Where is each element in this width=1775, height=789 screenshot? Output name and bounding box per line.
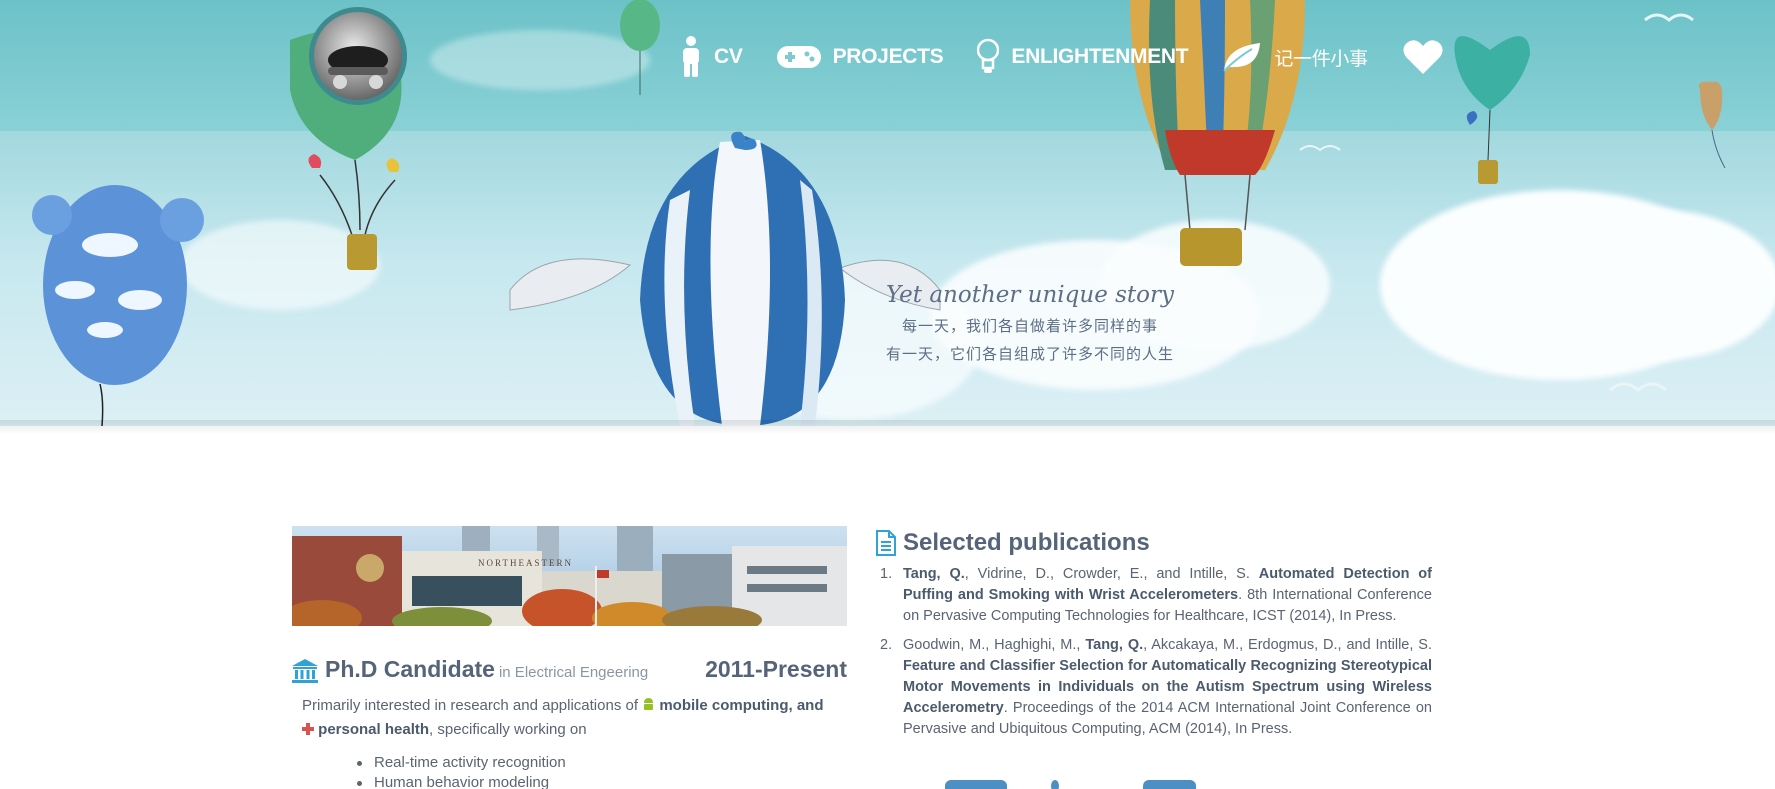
hero-shadow (0, 420, 1775, 434)
research-list: Real-time activity recognition Human beh… (357, 753, 566, 789)
tagline-english: Yet another unique story (885, 282, 1175, 308)
publications-header: Selected publications (875, 528, 1150, 558)
nav-diary[interactable]: 记一件小事 (1222, 41, 1368, 73)
skateboard-photo (328, 46, 388, 89)
heart-balloon (1454, 36, 1530, 184)
partial-tab[interactable] (1143, 780, 1196, 789)
document-icon (876, 530, 896, 556)
publication-list: 1. Tang, Q., Vidrine, D., Crowder, E., a… (880, 564, 1432, 748)
person-icon (683, 36, 699, 77)
small-green-balloon (620, 0, 660, 95)
tagline-chinese-line-1: 每一天，我们各自做着许多同样的事 (901, 317, 1158, 335)
publication-authors-pre: Goodwin, M., Haghighi, M., (903, 637, 1086, 653)
position-title: Ph.D Candidate in Electrical Engeering (325, 656, 648, 683)
campus-illustration: NORTHEASTERN (292, 526, 847, 626)
nav-enlightenment-label: ENLIGHTENMENT (1011, 45, 1189, 68)
hero-banner: CV PROJECTS ENLIGHTENMENT 记一件小事 Yet anot… (0, 0, 1775, 426)
hero-tagline: Yet another unique story 每一天，我们各自做着许多同样的… (860, 282, 1200, 368)
main-nav: CV PROJECTS ENLIGHTENMENT 记一件小事 (680, 30, 1456, 84)
list-item: Human behavior modeling (357, 773, 566, 789)
gamepad-icon (776, 46, 821, 68)
avatar[interactable] (309, 7, 407, 105)
publication-number: 2. (880, 637, 893, 653)
publication-authors: , Akcakaya, M., Erdogmus, D., and Intill… (1143, 637, 1432, 653)
intro-start: Primarily interested in research and app… (302, 697, 638, 714)
tagline-chinese-line-2: 有一天，它们各自组成了许多不同的人生 (885, 345, 1174, 363)
list-item: Real-time activity recognition (357, 754, 566, 771)
campus-photo: NORTHEASTERN (292, 526, 847, 626)
heart-icon (1403, 40, 1443, 74)
publication-author-self: Tang, Q. (903, 566, 965, 582)
institution-icon (292, 659, 318, 683)
nav-enlightenment[interactable]: ENLIGHTENMENT (977, 38, 1189, 76)
nav-diary-label: 记一件小事 (1274, 47, 1368, 70)
position-subtitle: in Electrical Engeering (498, 664, 649, 681)
position-header: Ph.D Candidate in Electrical Engeering 20… (292, 654, 847, 688)
nav-projects[interactable]: PROJECTS (776, 44, 944, 70)
publications-heading: Selected publications (903, 529, 1150, 556)
publication-number: 1. (880, 566, 893, 582)
lightbulb-icon (977, 38, 1000, 73)
striped-balloon (509, 131, 941, 426)
nav-heart[interactable] (1402, 38, 1456, 76)
bear-balloon (32, 185, 204, 426)
nav-cv-label: CV (714, 45, 743, 68)
intro-end: , specifically working on (429, 721, 587, 738)
position-intro: Primarily interested in research and app… (302, 694, 842, 742)
publication-item: 1. Tang, Q., Vidrine, D., Crowder, E., a… (880, 564, 1432, 627)
partial-icon (1051, 780, 1059, 789)
partial-tab[interactable] (945, 780, 1007, 789)
nav-cv[interactable]: CV (680, 36, 743, 78)
publication-authors: , Vidrine, D., Crowder, E., and Intille,… (964, 566, 1259, 582)
health-cross-icon (302, 723, 314, 735)
intro-health: personal health (318, 721, 430, 738)
publication-author-self: Tang, Q. (1085, 637, 1144, 653)
android-icon (644, 698, 654, 710)
nav-projects-label: PROJECTS (832, 45, 944, 68)
publication-item: 2. Goodwin, M., Haghighi, M., Tang, Q., … (880, 635, 1432, 740)
small-brown-balloon (1698, 81, 1726, 169)
position-title-text: Ph.D Candidate (325, 656, 495, 682)
campus-sign: NORTHEASTERN (478, 558, 573, 568)
intro-mobile: mobile computing, and (659, 697, 824, 714)
leaf-icon (1223, 43, 1261, 72)
position-years: 2011-Present (705, 656, 847, 682)
